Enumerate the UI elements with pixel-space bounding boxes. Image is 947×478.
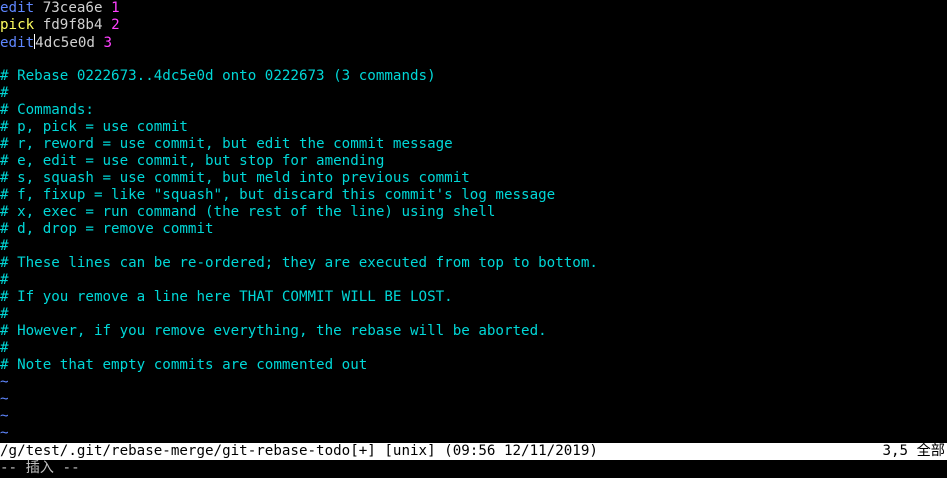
comment-line[interactable]: # e, edit = use commit, but stop for ame… <box>0 153 947 170</box>
mode-indicator: -- 插入 -- <box>0 460 80 476</box>
comment-line[interactable]: # x, exec = run command (the rest of the… <box>0 204 947 221</box>
comment-line[interactable]: # If you remove a line here THAT COMMIT … <box>0 289 947 306</box>
comment-line[interactable]: # Commands: <box>0 102 947 119</box>
comment-line[interactable]: # f, fixup = like "squash", but discard … <box>0 187 947 204</box>
tilde-marker: ~ <box>0 425 9 441</box>
comment-line[interactable]: # These lines can be re-ordered; they ar… <box>0 255 947 272</box>
todo-line[interactable]: pick fd9f8b4 2 <box>0 17 947 34</box>
comment-line[interactable]: # s, squash = use commit, but meld into … <box>0 170 947 187</box>
comment-line[interactable]: # r, reword = use commit, but edit the c… <box>0 136 947 153</box>
comment-line[interactable] <box>0 51 947 68</box>
comment-line[interactable]: # <box>0 238 947 255</box>
tilde-marker: ~ <box>0 391 9 407</box>
comment-line[interactable]: # d, drop = remove commit <box>0 221 947 238</box>
todo-command: pick <box>0 17 35 33</box>
tilde-marker: ~ <box>0 408 9 424</box>
commit-subject: 1 <box>111 0 120 16</box>
comment-line[interactable]: # Note that empty commits are commented … <box>0 357 947 374</box>
commit-hash: 73cea6e <box>42 0 103 16</box>
tilde-marker: ~ <box>0 374 9 390</box>
todo-line[interactable]: edit4dc5e0d 3 <box>0 34 947 51</box>
comment-line[interactable]: # Rebase 0222673..4dc5e0d onto 0222673 (… <box>0 68 947 85</box>
status-cursor-position: 3,5 全部 <box>882 443 945 459</box>
status-file-info: /g/test/.git/rebase-merge/git-rebase-tod… <box>0 443 598 459</box>
comment-line[interactable]: # However, if you remove everything, the… <box>0 323 947 340</box>
commit-subject: 3 <box>103 35 113 51</box>
status-line: /g/test/.git/rebase-merge/git-rebase-tod… <box>0 443 947 460</box>
todo-command: edit <box>0 35 35 51</box>
comment-line[interactable]: # p, pick = use commit <box>0 119 947 136</box>
todo-command: edit <box>0 0 35 16</box>
commit-hash: fd9f8b4 <box>42 17 103 33</box>
comment-line[interactable]: # <box>0 85 947 102</box>
editor-buffer[interactable]: edit 73cea6e 1 pick fd9f8b4 2 edit4dc5e0… <box>0 0 947 442</box>
comment-line[interactable]: # <box>0 306 947 323</box>
commit-hash: 4dc5e0d <box>35 35 95 51</box>
comment-block: # Rebase 0222673..4dc5e0d onto 0222673 (… <box>0 51 947 374</box>
commit-subject: 2 <box>111 17 120 33</box>
comment-line[interactable]: # <box>0 340 947 357</box>
todo-line[interactable]: edit 73cea6e 1 <box>0 0 947 17</box>
empty-line-markers: ~ ~ ~ ~ <box>0 374 947 442</box>
comment-line[interactable]: # <box>0 272 947 289</box>
